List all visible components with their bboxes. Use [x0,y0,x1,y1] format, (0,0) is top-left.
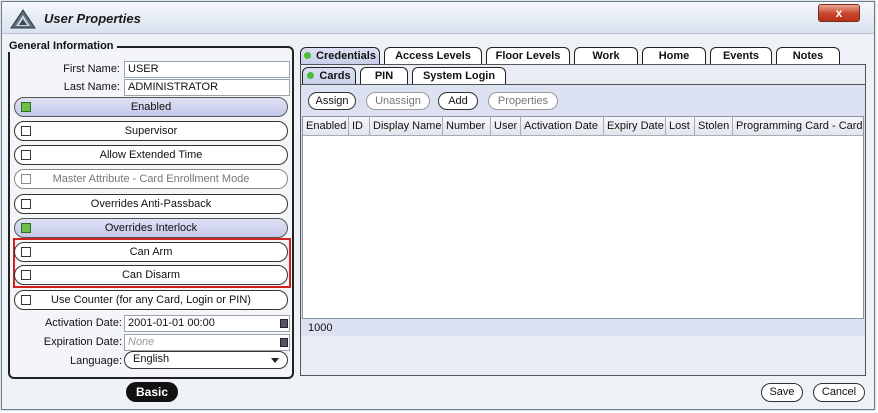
basic-button[interactable]: Basic [126,382,178,402]
cards-table[interactable]: Enabled ID Display Name Number User Acti… [302,116,864,319]
tab-credentials-label: Credentials [316,50,376,62]
tab-system-login[interactable]: System Login [412,67,506,85]
language-value: English [133,353,170,365]
column-activation-date[interactable]: Activation Date [521,117,604,135]
overrides-anti-passback-label: Overrides Anti-Passback [90,198,212,210]
column-id[interactable]: ID [349,117,370,135]
active-indicator-icon [304,52,312,59]
language-label: Language: [70,355,122,367]
close-button[interactable]: x [818,4,860,22]
can-arm-checkbox[interactable] [21,247,31,257]
can-disarm-label: Can Disarm [121,269,181,281]
first-name-row: First Name: USER [10,61,292,78]
expiration-date-label: Expiration Date: [43,336,122,348]
enabled-checkbox[interactable] [21,102,31,112]
can-arm-toggle[interactable]: Can Arm [14,242,288,262]
first-name-field[interactable]: USER [124,61,290,78]
activation-date-field[interactable]: 2001-01-01 00:00 [124,315,290,332]
title-bar: User Properties x [2,2,874,34]
column-number[interactable]: Number [443,117,491,135]
column-display-name[interactable]: Display Name [370,117,443,135]
last-name-field[interactable]: ADMINISTRATOR [124,79,290,96]
tab-floor-levels[interactable]: Floor Levels [486,47,570,65]
column-lost[interactable]: Lost [666,117,695,135]
table-header: Enabled ID Display Name Number User Acti… [303,117,863,136]
first-name-label: First Name: [63,63,120,75]
master-attribute-checkbox[interactable] [21,174,31,184]
tab-cards-label: Cards [319,70,351,82]
cancel-button[interactable]: Cancel [813,383,865,402]
tab-notes[interactable]: Notes [776,47,840,65]
tab-work[interactable]: Work [574,47,638,65]
activation-date-value: 2001-01-01 00:00 [128,317,215,329]
allow-extended-time-checkbox[interactable] [21,150,31,160]
column-enabled[interactable]: Enabled [303,117,349,135]
expiration-date-field[interactable]: None [124,334,290,351]
can-arm-label: Can Arm [129,246,173,258]
record-count: 1000 [308,322,333,334]
overrides-interlock-label: Overrides Interlock [104,222,198,234]
last-name-row: Last Name: ADMINISTRATOR [10,79,292,96]
date-picker-icon[interactable] [280,319,288,328]
expiration-date-value: None [128,336,155,348]
supervisor-toggle[interactable]: Supervisor [14,121,288,141]
assign-button[interactable]: Assign [308,92,356,110]
overrides-interlock-checkbox[interactable] [21,223,31,233]
column-stolen[interactable]: Stolen [695,117,733,135]
tab-access-levels[interactable]: Access Levels [384,47,482,65]
language-select[interactable]: English [124,351,288,369]
tab-events[interactable]: Events [710,47,772,65]
master-attribute-label: Master Attribute - Card Enrollment Mode [52,173,250,185]
master-attribute-toggle[interactable]: Master Attribute - Card Enrollment Mode [14,169,288,189]
column-user[interactable]: User [491,117,521,135]
general-information-title: General Information [6,40,117,52]
tab-pin[interactable]: PIN [360,67,408,85]
column-programming-card[interactable]: Programming Card - Card Er [733,117,863,135]
can-disarm-checkbox[interactable] [21,270,31,280]
overrides-anti-passback-checkbox[interactable] [21,199,31,209]
tab-home[interactable]: Home [642,47,706,65]
window-title: User Properties [44,11,141,26]
active-indicator-icon [307,72,315,79]
date-picker-icon[interactable] [280,338,288,347]
enabled-label: Enabled [130,101,172,113]
use-counter-checkbox[interactable] [21,295,31,305]
unassign-button[interactable]: Unassign [366,92,430,110]
save-button[interactable]: Save [761,383,803,402]
column-expiry-date[interactable]: Expiry Date [604,117,666,135]
allow-extended-time-toggle[interactable]: Allow Extended Time [14,145,288,165]
allow-extended-time-label: Allow Extended Time [99,149,203,161]
overrides-interlock-toggle[interactable]: Overrides Interlock [14,218,288,238]
can-disarm-toggle[interactable]: Can Disarm [14,265,288,285]
overrides-anti-passback-toggle[interactable]: Overrides Anti-Passback [14,194,288,214]
enabled-toggle[interactable]: Enabled [14,97,288,117]
properties-button[interactable]: Properties [488,92,558,110]
activation-date-label: Activation Date: [44,317,122,329]
app-logo-icon [10,9,36,29]
supervisor-label: Supervisor [124,125,178,137]
supervisor-checkbox[interactable] [21,126,31,136]
last-name-label: Last Name: [63,81,120,93]
add-button[interactable]: Add [438,92,478,110]
use-counter-toggle[interactable]: Use Counter (for any Card, Login or PIN) [14,290,288,310]
dropdown-arrow-icon [271,358,279,363]
use-counter-label: Use Counter (for any Card, Login or PIN) [51,294,251,306]
